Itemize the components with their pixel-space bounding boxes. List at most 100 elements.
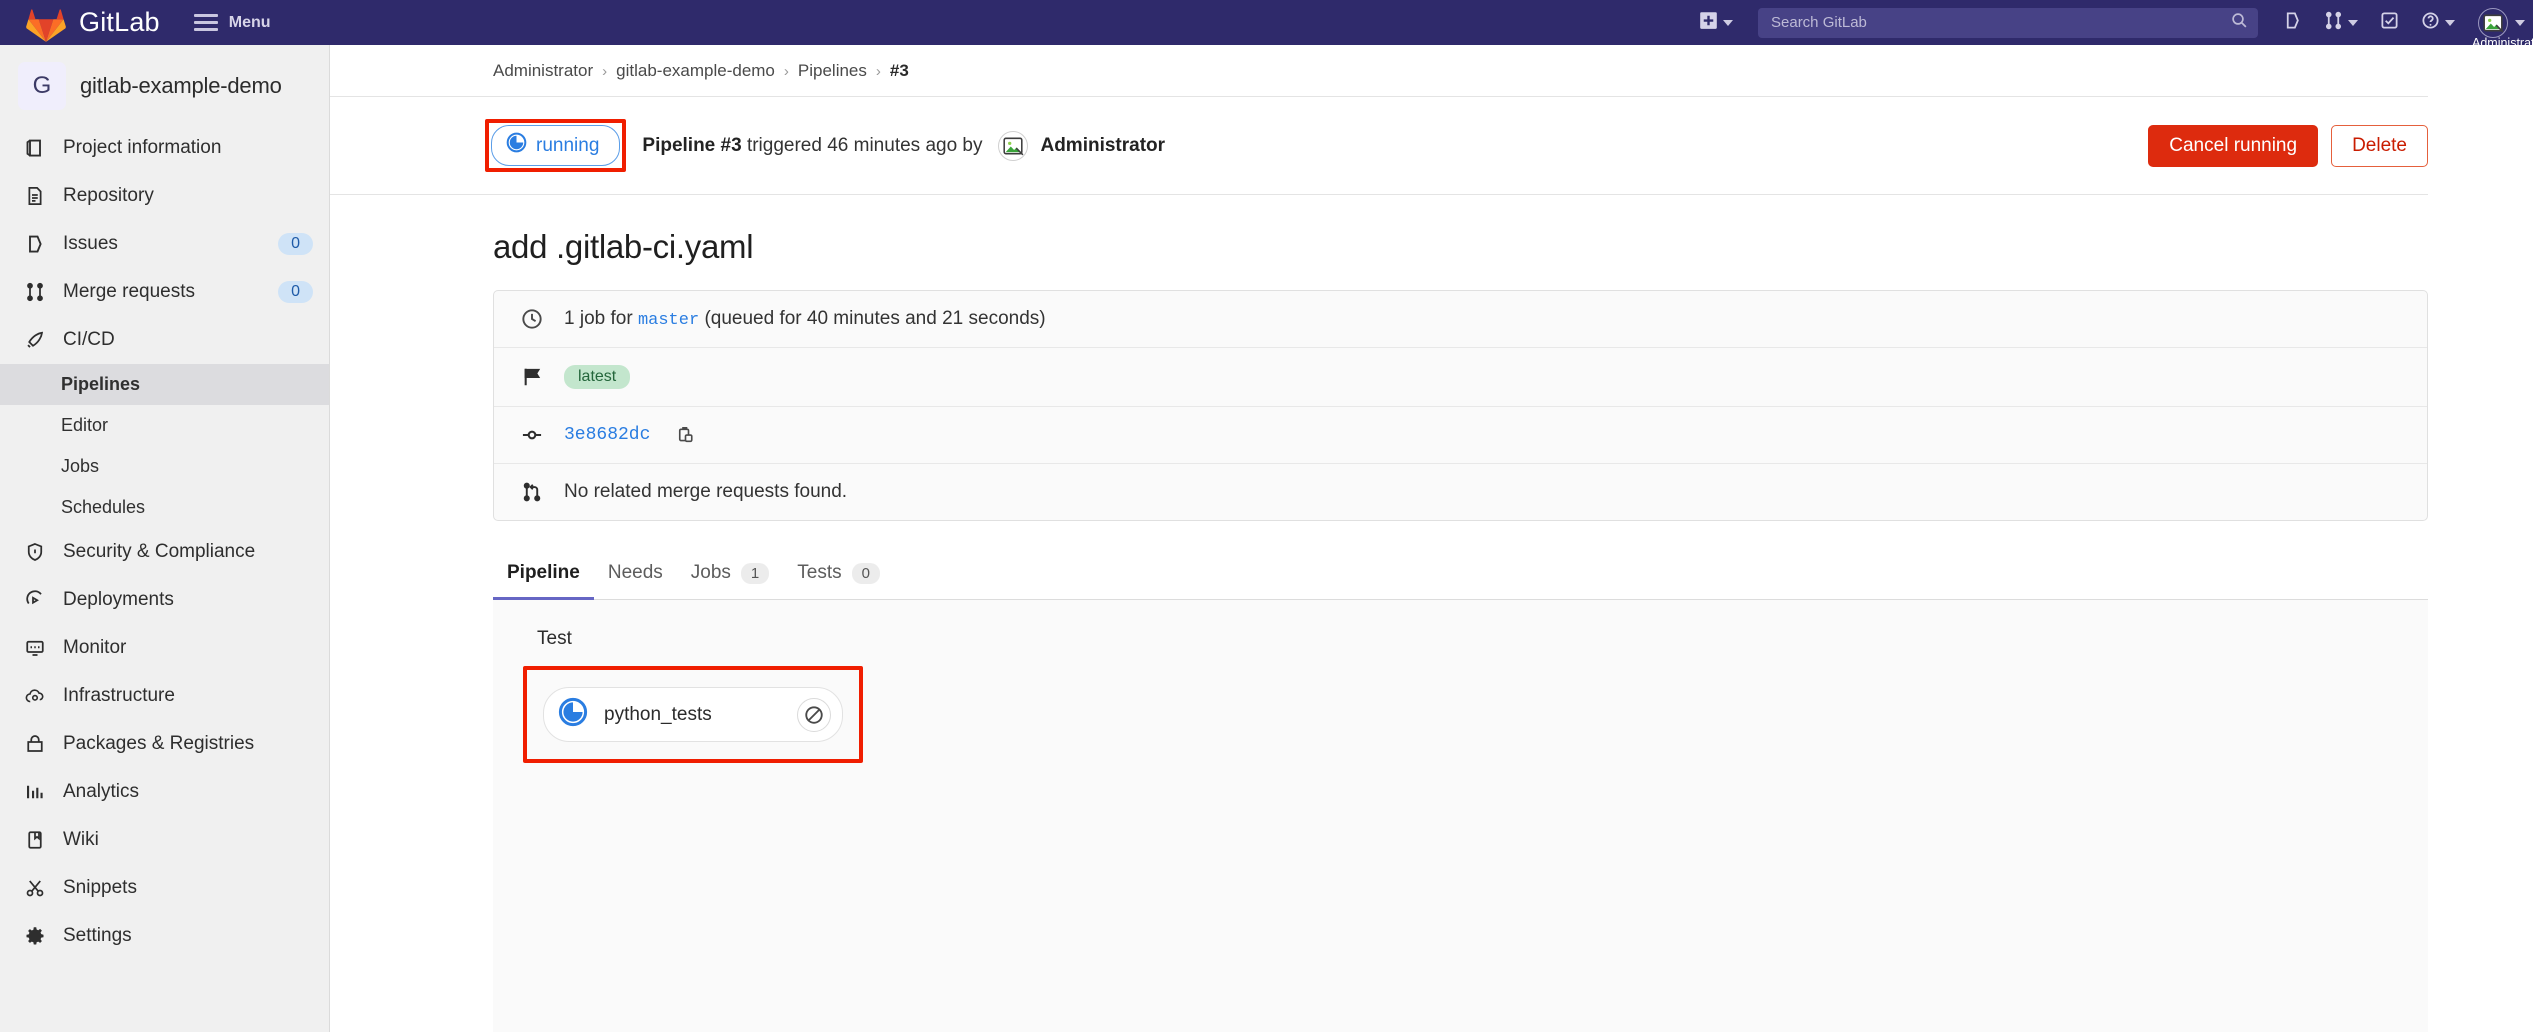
chevron-down-icon <box>2445 19 2455 26</box>
pipeline-triggerer[interactable]: Administrator <box>998 130 1166 161</box>
sidebar-subitem-schedules[interactable]: Schedules <box>0 487 329 528</box>
latest-badge: latest <box>564 365 631 389</box>
todo-checkbox-icon <box>2380 11 2399 35</box>
sidebar-item-deployments[interactable]: Deployments <box>0 576 329 624</box>
top-bar-user-name: Administrator <box>2472 35 2533 50</box>
sidebar-item-project-information[interactable]: Project information <box>0 124 329 172</box>
annotation-highlight-job: python_tests <box>523 666 863 763</box>
rocket-icon <box>22 327 48 353</box>
pipeline-detail-body: add .gitlab-ci.yaml 1 job for master (qu… <box>330 195 2533 1032</box>
commit-node-icon <box>520 424 544 446</box>
commit-sha-link[interactable]: 3e8682dc <box>564 425 650 445</box>
plus-square-icon <box>1699 11 1718 35</box>
jobs-summary-row: 1 job for master (queued for 40 minutes … <box>494 291 2427 348</box>
clock-icon <box>520 308 544 330</box>
pipeline-triggerer-name: Administrator <box>1040 134 1166 156</box>
pipeline-actions: Cancel running Delete <box>2148 124 2428 167</box>
user-menu-dropdown[interactable]: Administrator <box>2466 7 2533 50</box>
jobs-count-prefix: 1 job for <box>564 308 633 329</box>
chart-bar-icon <box>22 779 48 805</box>
merge-requests-dropdown[interactable] <box>2313 0 2369 45</box>
sidebar-item-wiki[interactable]: Wiki <box>0 816 329 864</box>
pipeline-info-card: 1 job for master (queued for 40 minutes … <box>493 290 2428 521</box>
hamburger-icon <box>193 14 218 31</box>
sidebar-item-snippets[interactable]: Snippets <box>0 864 329 912</box>
search-placeholder: Search GitLab <box>1771 14 1867 31</box>
cancel-circle-slash-icon[interactable] <box>797 697 831 732</box>
sidebar-item-ci-cd[interactable]: CI/CD <box>0 316 329 364</box>
project-header[interactable]: G gitlab-example-demo <box>0 50 329 124</box>
tab-label: Tests <box>797 562 842 583</box>
main-menu-button[interactable]: Menu <box>193 14 271 32</box>
broken-image-avatar-icon <box>2478 7 2508 38</box>
project-avatar: G <box>18 62 66 110</box>
gitlab-brand[interactable]: GitLab <box>0 4 160 42</box>
clipboard-copy-icon[interactable] <box>676 425 696 445</box>
pipeline-status-label: running <box>536 134 600 156</box>
delete-pipeline-button[interactable]: Delete <box>2331 124 2428 167</box>
tab-jobs[interactable]: Jobs 1 <box>677 552 783 600</box>
project-sidebar: G gitlab-example-demo Project informatio… <box>0 45 330 1032</box>
sidebar-item-issues[interactable]: Issues 0 <box>0 220 329 268</box>
sidebar-item-monitor[interactable]: Monitor <box>0 624 329 672</box>
breadcrumb-separator-icon: › <box>602 62 608 80</box>
page-body: G gitlab-example-demo Project informatio… <box>0 45 2533 1032</box>
issues-icon <box>22 231 48 257</box>
issues-link[interactable] <box>2272 0 2313 45</box>
merge-request-icon <box>520 481 544 503</box>
issues-icon <box>2283 11 2302 35</box>
tab-badge: 1 <box>740 562 770 584</box>
sidebar-subitem-jobs[interactable]: Jobs <box>0 446 329 487</box>
repository-icon <box>22 183 48 209</box>
breadcrumb-item-project[interactable]: gitlab-example-demo <box>616 61 775 81</box>
sidebar-item-repository[interactable]: Repository <box>0 172 329 220</box>
scissors-icon <box>22 875 48 901</box>
sidebar-item-security-compliance[interactable]: Security & Compliance <box>0 528 329 576</box>
sidebar-item-badge: 0 <box>278 233 313 255</box>
gitlab-wordmark: GitLab <box>79 7 160 37</box>
sidebar-item-merge-requests[interactable]: Merge requests 0 <box>0 268 329 316</box>
tab-label: Jobs <box>690 562 731 583</box>
sidebar-item-label: Repository <box>63 185 154 206</box>
sidebar-item-label: Security & Compliance <box>63 541 256 562</box>
sidebar-item-label: Merge requests <box>63 281 196 302</box>
gitlab-logo-icon <box>26 4 66 42</box>
deployments-icon <box>22 587 48 613</box>
tab-pipeline[interactable]: Pipeline <box>493 552 594 600</box>
cancel-running-button[interactable]: Cancel running <box>2148 124 2319 167</box>
merge-requests-text: No related merge requests found. <box>564 481 848 502</box>
search-input[interactable]: Search GitLab <box>1758 7 2258 38</box>
chevron-down-icon <box>2348 19 2358 26</box>
tab-tests[interactable]: Tests 0 <box>783 552 894 600</box>
create-new-dropdown[interactable] <box>1688 0 1744 45</box>
sidebar-item-label: Monitor <box>63 637 127 658</box>
help-dropdown[interactable] <box>2410 0 2466 45</box>
branch-name-link[interactable]: master <box>638 311 699 330</box>
chevron-down-icon <box>1723 19 1733 26</box>
job-item-python-tests[interactable]: python_tests <box>543 687 843 742</box>
sidebar-item-analytics[interactable]: Analytics <box>0 768 329 816</box>
pipeline-status-badge[interactable]: running <box>491 125 621 166</box>
sidebar-item-label: Infrastructure <box>63 685 175 706</box>
sidebar-item-label: Settings <box>63 925 132 946</box>
breadcrumb-item-pipelines[interactable]: Pipelines <box>798 61 867 81</box>
sidebar-item-packages-registries[interactable]: Packages & Registries <box>0 720 329 768</box>
running-pie-icon <box>506 132 527 159</box>
main-content: Administrator › gitlab-example-demo › Pi… <box>330 45 2533 1032</box>
sidebar-item-settings[interactable]: Settings <box>0 912 329 960</box>
sidebar-subitem-editor[interactable]: Editor <box>0 405 329 446</box>
commit-sha-row: 3e8682dc <box>494 407 2427 464</box>
sidebar-item-infrastructure[interactable]: Infrastructure <box>0 672 329 720</box>
breadcrumb-item-administrator[interactable]: Administrator <box>493 61 593 81</box>
todos-link[interactable] <box>2369 0 2410 45</box>
tab-needs[interactable]: Needs <box>594 552 677 600</box>
running-pie-icon <box>558 697 588 732</box>
sidebar-subitem-pipelines[interactable]: Pipelines <box>0 364 329 405</box>
tags-row: latest <box>494 348 2427 407</box>
pipeline-number: Pipeline #3 <box>642 134 742 156</box>
stage-name-test: Test <box>537 628 572 649</box>
sidebar-item-label: Analytics <box>63 781 140 802</box>
gear-icon <box>22 923 48 949</box>
sidebar-item-label: CI/CD <box>63 329 115 350</box>
breadcrumb-separator-icon: › <box>783 62 789 80</box>
